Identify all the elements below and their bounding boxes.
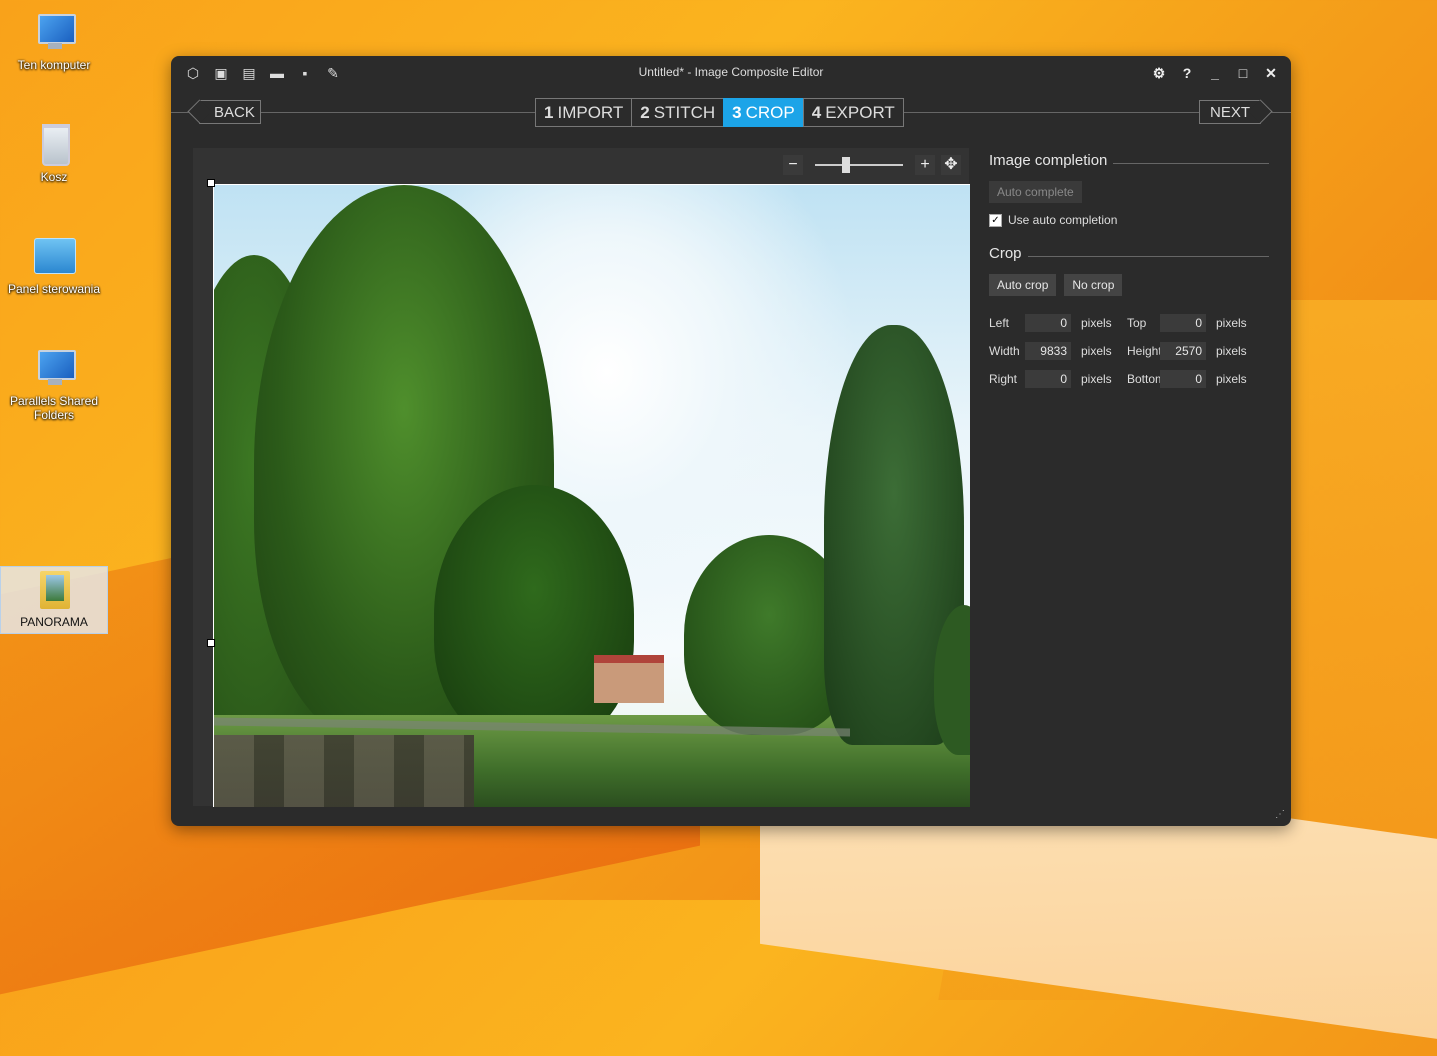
desktop-icon-panorama-folder[interactable]: PANORAMA bbox=[0, 566, 108, 634]
section-title: Crop bbox=[989, 245, 1022, 262]
no-crop-button[interactable]: No crop bbox=[1064, 274, 1123, 296]
top-label: Top bbox=[1127, 316, 1147, 330]
step-number: 4 bbox=[811, 103, 822, 122]
next-label: NEXT bbox=[1210, 104, 1251, 121]
step-label: EXPORT bbox=[825, 103, 895, 122]
checkbox-label: Use auto completion bbox=[1008, 213, 1118, 227]
bottom-label: Bottom bbox=[1127, 372, 1166, 386]
step-number: 3 bbox=[732, 103, 742, 122]
unit-label: pixels bbox=[1216, 344, 1247, 358]
use-auto-completion-row[interactable]: ✓ Use auto completion bbox=[989, 213, 1269, 227]
right-field[interactable]: 0 bbox=[1025, 370, 1071, 388]
crop-handle-top-left[interactable] bbox=[207, 179, 215, 187]
desktop-icon-this-pc[interactable]: Ten komputer bbox=[4, 10, 104, 72]
unit-label: pixels bbox=[1216, 372, 1247, 386]
desktop-icon-label: PANORAMA bbox=[20, 615, 88, 629]
zoom-out-button[interactable]: − bbox=[783, 155, 803, 175]
shared-folders-icon bbox=[30, 346, 78, 390]
step-label: IMPORT bbox=[557, 103, 624, 122]
back-button[interactable]: BACK bbox=[187, 99, 261, 124]
maximize-icon[interactable]: □ bbox=[1233, 63, 1253, 83]
crop-values-grid: Left 0 pixels Top 0 pixels Width 9833 pi… bbox=[989, 314, 1269, 388]
use-auto-completion-checkbox[interactable]: ✓ bbox=[989, 213, 1002, 227]
app-window: ⬡ ▣ ▤ ▬ ▪ ✎ Untitled* - Image Composite … bbox=[171, 56, 1291, 826]
minimize-icon[interactable]: _ bbox=[1205, 63, 1225, 83]
step-import[interactable]: 1 IMPORT bbox=[535, 98, 633, 127]
desktop-icon-parallels-shared-folders[interactable]: Parallels Shared Folders bbox=[4, 346, 104, 422]
window-title: Untitled* - Image Composite Editor bbox=[638, 65, 824, 79]
left-label: Left bbox=[989, 316, 1010, 330]
unit-label: pixels bbox=[1216, 316, 1247, 330]
step-label: STITCH bbox=[653, 103, 716, 122]
folder-icon bbox=[30, 567, 78, 611]
top-field[interactable]: 0 bbox=[1160, 314, 1206, 332]
panorama-preview[interactable] bbox=[213, 184, 970, 807]
auto-crop-button[interactable]: Auto crop bbox=[989, 274, 1057, 296]
desktop-icon-recycle-bin[interactable]: Kosz bbox=[4, 122, 104, 184]
image-completion-section: Image completion bbox=[989, 152, 1269, 169]
desktop-icon-label: Ten komputer bbox=[17, 58, 91, 72]
zoom-slider[interactable] bbox=[815, 157, 903, 173]
step-export[interactable]: 4 EXPORT bbox=[802, 98, 904, 127]
title-bar: ⬡ ▣ ▤ ▬ ▪ ✎ Untitled* - Image Composite … bbox=[171, 56, 1291, 90]
step-stitch[interactable]: 2 STITCH bbox=[631, 98, 725, 127]
chevron-left-icon bbox=[187, 99, 212, 124]
zoom-in-button[interactable]: + bbox=[915, 155, 935, 175]
bottom-field[interactable]: 0 bbox=[1160, 370, 1206, 388]
height-field[interactable]: 2570 bbox=[1160, 342, 1206, 360]
unit-label: pixels bbox=[1081, 372, 1112, 386]
control-panel-icon bbox=[30, 234, 78, 278]
step-number: 1 bbox=[544, 103, 554, 122]
desktop-icon-label: Parallels Shared Folders bbox=[9, 394, 99, 422]
zoom-slider-thumb[interactable] bbox=[842, 157, 850, 173]
help-icon[interactable]: ? bbox=[1177, 63, 1197, 83]
width-field[interactable]: 9833 bbox=[1025, 342, 1071, 360]
left-field[interactable]: 0 bbox=[1025, 314, 1071, 332]
desktop-icon-label: Kosz bbox=[40, 170, 68, 184]
fit-to-window-icon[interactable]: ✥ bbox=[941, 155, 961, 175]
step-number: 2 bbox=[640, 103, 650, 122]
unit-label: pixels bbox=[1081, 344, 1112, 358]
auto-complete-button[interactable]: Auto complete bbox=[989, 181, 1082, 203]
window-controls: ⚙ ? _ □ ✕ bbox=[1149, 63, 1281, 83]
back-label: BACK bbox=[214, 104, 255, 121]
settings-panel: Image completion Auto complete ✓ Use aut… bbox=[989, 152, 1269, 388]
next-button[interactable]: NEXT bbox=[1199, 99, 1273, 124]
computer-icon bbox=[30, 10, 78, 54]
crop-handle-left[interactable] bbox=[207, 639, 215, 647]
resize-grip-icon[interactable]: ⋰ bbox=[1275, 809, 1285, 820]
desktop-icon-control-panel[interactable]: Panel sterowania bbox=[4, 234, 104, 296]
right-label: Right bbox=[989, 372, 1018, 386]
recycle-bin-icon bbox=[30, 122, 78, 166]
width-label: Width bbox=[989, 344, 1020, 358]
height-label: Height bbox=[1127, 344, 1162, 358]
unit-label: pixels bbox=[1081, 316, 1112, 330]
workflow-steps: 1 IMPORT 2 STITCH 3 CROP 4 EXPORT bbox=[535, 98, 904, 127]
panorama-image bbox=[214, 185, 970, 807]
chevron-right-icon bbox=[1248, 99, 1273, 124]
desktop-icon-label: Panel sterowania bbox=[7, 282, 101, 296]
close-icon[interactable]: ✕ bbox=[1261, 63, 1281, 83]
zoom-controls: − + ✥ bbox=[783, 155, 961, 175]
crop-section: Crop bbox=[989, 245, 1269, 262]
step-crop[interactable]: 3 CROP bbox=[723, 98, 804, 127]
step-label: CROP bbox=[745, 103, 795, 122]
section-title: Image completion bbox=[989, 152, 1108, 169]
settings-icon[interactable]: ⚙ bbox=[1149, 63, 1169, 83]
